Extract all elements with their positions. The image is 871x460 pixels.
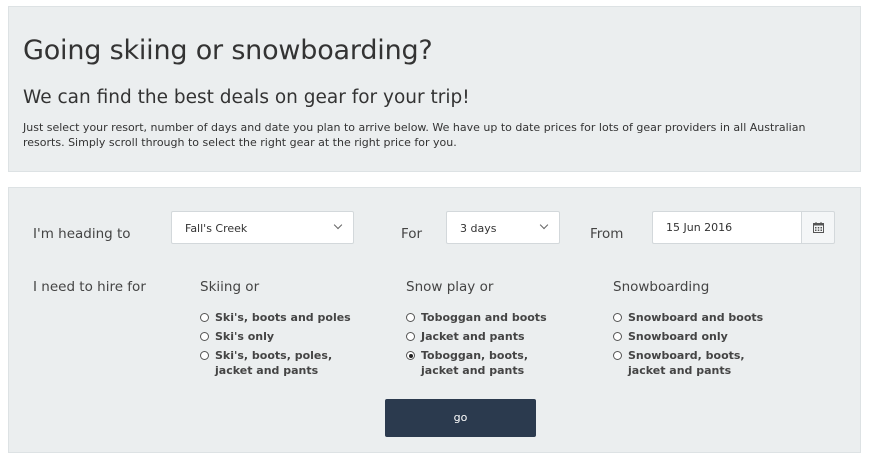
option-label: Toboggan and boots bbox=[421, 311, 547, 324]
resort-select[interactable]: Fall's Creek bbox=[171, 211, 354, 244]
option-label-line-2: jacket and pants bbox=[628, 364, 732, 377]
radio-button[interactable] bbox=[406, 313, 415, 322]
option-label-line-1: Snowboard, boots, bbox=[628, 349, 745, 362]
option-label-line-1: Ski's, boots, poles, bbox=[215, 349, 333, 362]
option-toboggan-boots-jacket-pants[interactable]: Toboggan, boots, jacket and pants bbox=[406, 348, 528, 378]
option-label: Snowboard and boots bbox=[628, 311, 764, 324]
radio-button[interactable] bbox=[613, 332, 622, 341]
option-label: Toboggan, boots, jacket and pants bbox=[421, 348, 528, 378]
arrival-date-input[interactable] bbox=[652, 211, 802, 244]
hire-for-label: I need to hire for bbox=[33, 279, 146, 295]
chevron-down-icon bbox=[539, 220, 549, 230]
option-snowboard-boots-jacket-pants[interactable]: Snowboard, boots, jacket and pants bbox=[613, 348, 745, 378]
radio-button[interactable] bbox=[200, 351, 209, 360]
radio-button[interactable] bbox=[613, 351, 622, 360]
radio-button-selected[interactable] bbox=[406, 351, 415, 360]
option-toboggan-boots[interactable]: Toboggan and boots bbox=[406, 310, 547, 325]
option-skis-boots-poles[interactable]: Ski's, boots and poles bbox=[200, 310, 351, 325]
go-button[interactable]: go bbox=[385, 399, 536, 437]
option-label-line-2: jacket and pants bbox=[215, 364, 319, 377]
option-label: Ski's, boots, poles, jacket and pants bbox=[215, 348, 332, 378]
snowboarding-group-title: Snowboarding bbox=[613, 279, 710, 295]
option-label: Ski's only bbox=[215, 330, 275, 343]
option-jacket-pants[interactable]: Jacket and pants bbox=[406, 329, 525, 344]
option-label: Jacket and pants bbox=[421, 330, 525, 343]
radio-button[interactable] bbox=[200, 332, 209, 341]
option-label: Ski's, boots and poles bbox=[215, 311, 351, 324]
option-snowboard-boots[interactable]: Snowboard and boots bbox=[613, 310, 763, 325]
option-label-line-2: jacket and pants bbox=[421, 364, 525, 377]
radio-button[interactable] bbox=[200, 313, 209, 322]
page-subtitle: We can find the best deals on gear for y… bbox=[23, 87, 470, 108]
calendar-button[interactable] bbox=[801, 211, 835, 244]
for-label: For bbox=[401, 226, 423, 242]
skiing-group-title: Skiing or bbox=[200, 279, 260, 295]
snow-play-group-title: Snow play or bbox=[406, 279, 494, 295]
days-value: 3 days bbox=[460, 222, 497, 235]
option-skis-only[interactable]: Ski's only bbox=[200, 329, 274, 344]
chevron-down-icon bbox=[333, 220, 343, 230]
radio-button[interactable] bbox=[613, 313, 622, 322]
radio-button[interactable] bbox=[406, 332, 415, 341]
intro-description: Just select your resort, number of days … bbox=[23, 121, 806, 149]
option-label: Snowboard, boots, jacket and pants bbox=[628, 348, 745, 378]
days-select[interactable]: 3 days bbox=[446, 211, 560, 244]
intro-panel: Going skiing or snowboarding? We can fin… bbox=[8, 6, 861, 172]
resort-value: Fall's Creek bbox=[185, 222, 248, 235]
heading-to-label: I'm heading to bbox=[33, 226, 131, 242]
option-label: Snowboard only bbox=[628, 330, 728, 343]
option-snowboard-only[interactable]: Snowboard only bbox=[613, 329, 728, 344]
from-label: From bbox=[590, 226, 624, 242]
gear-search-form: I'm heading to Fall's Creek For 3 days F… bbox=[8, 187, 861, 453]
option-skis-boots-poles-jacket-pants[interactable]: Ski's, boots, poles, jacket and pants bbox=[200, 348, 332, 378]
option-label-line-1: Toboggan, boots, bbox=[421, 349, 529, 362]
page-title: Going skiing or snowboarding? bbox=[23, 35, 433, 66]
